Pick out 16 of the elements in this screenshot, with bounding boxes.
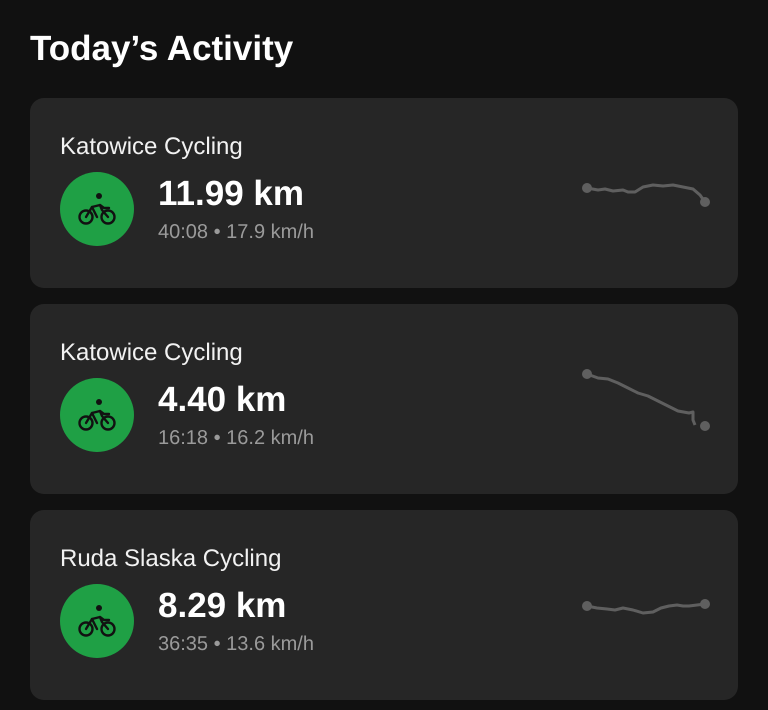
activity-distance: 8.29 km <box>158 585 286 627</box>
activity-name: Katowice Cycling <box>60 338 243 368</box>
activity-name: Ruda Slaska Cycling <box>60 544 282 574</box>
bicycle-icon <box>78 398 116 432</box>
page-title: Today’s Activity <box>30 28 294 70</box>
bicycle-icon <box>78 192 116 226</box>
activity-distance: 11.99 km <box>158 173 304 215</box>
activity-details: 40:08 • 17.9 km/h <box>158 220 314 245</box>
activity-name: Katowice Cycling <box>60 132 243 162</box>
activity-card[interactable]: Ruda Slaska Cycling 8.29 km 36:35 • 13.6 km/h <box>30 510 738 700</box>
activity-card[interactable]: Katowice Cycling 11.99 km 40:08 • 17.9 km/h <box>30 98 738 288</box>
bicycle-icon <box>78 604 116 638</box>
activity-distance: 4.40 km <box>158 379 286 421</box>
activity-details: 16:18 • 16.2 km/h <box>158 426 314 451</box>
activity-details: 36:35 • 13.6 km/h <box>158 632 314 657</box>
activity-card[interactable]: Katowice Cycling 4.40 km 16:18 • 16.2 km/h <box>30 304 738 494</box>
